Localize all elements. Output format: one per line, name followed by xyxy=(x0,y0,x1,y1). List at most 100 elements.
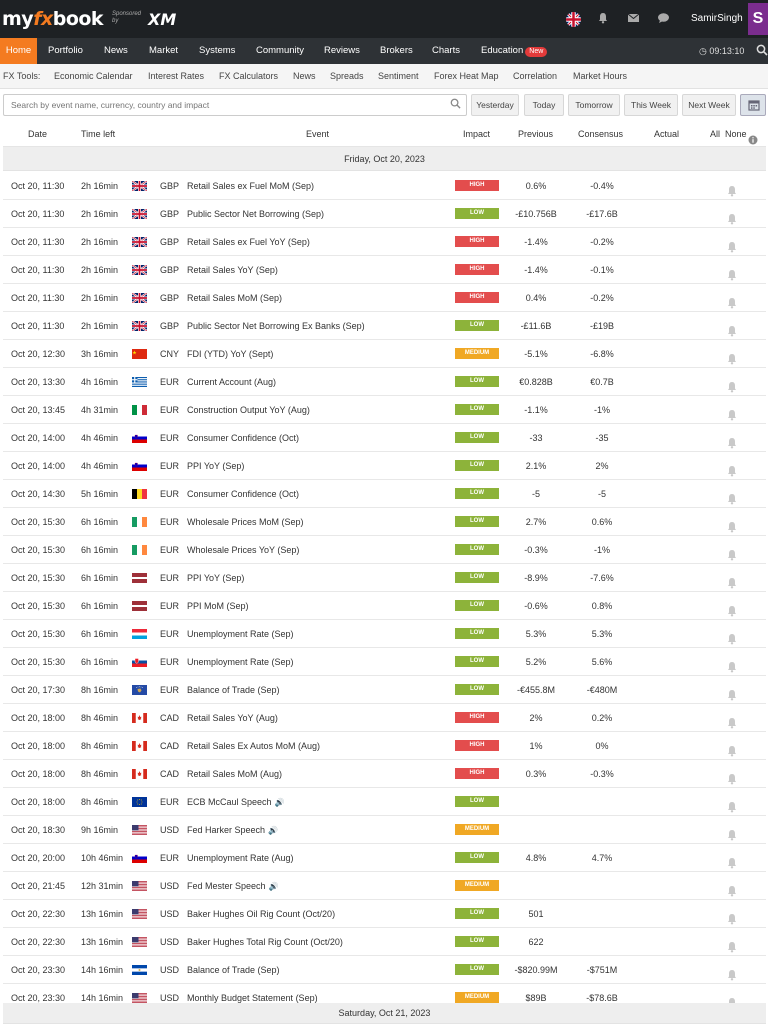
event-name[interactable]: Balance of Trade (Sep) xyxy=(187,685,280,695)
event-name-cell[interactable]: Balance of Trade (Sep) xyxy=(187,956,280,984)
event-name-cell[interactable]: Fed Harker Speech 🔊 xyxy=(187,816,278,844)
event-name-cell[interactable]: Public Sector Net Borrowing Ex Banks (Se… xyxy=(187,312,365,340)
event-name-cell[interactable]: Current Account (Aug) xyxy=(187,368,276,396)
event-name[interactable]: Wholesale Prices MoM (Sep) xyxy=(187,517,304,527)
alerts-none-link[interactable]: None xyxy=(725,121,747,147)
alert-bell-icon[interactable] xyxy=(726,432,738,449)
event-name-cell[interactable]: Retail Sales MoM (Aug) xyxy=(187,760,282,788)
event-search-input[interactable] xyxy=(4,95,434,115)
event-name[interactable]: Retail Sales ex Fuel YoY (Sep) xyxy=(187,237,310,247)
col-consensus[interactable]: Consensus xyxy=(578,121,623,147)
event-row[interactable]: Oct 20, 13:30 4h 16min EUR Current Account … xyxy=(3,368,766,396)
event-name-cell[interactable]: Unemployment Rate (Sep) xyxy=(187,620,294,648)
site-logo[interactable]: myfxbook xyxy=(2,8,104,30)
tool-spreads[interactable]: Spreads xyxy=(330,64,364,88)
event-name[interactable]: Consumer Confidence (Oct) xyxy=(187,433,299,443)
event-name[interactable]: Public Sector Net Borrowing (Sep) xyxy=(187,209,324,219)
tomorrow-button[interactable]: Tomorrow xyxy=(568,94,620,116)
alert-bell-icon[interactable] xyxy=(726,628,738,645)
event-name-cell[interactable]: Consumer Confidence (Oct) xyxy=(187,424,299,452)
event-row[interactable]: Oct 20, 15:30 6h 16min EUR Unemployment Rat… xyxy=(3,648,766,676)
event-row[interactable]: Oct 20, 18:30 9h 16min USD Fed Harker Speec… xyxy=(3,816,766,844)
alert-bell-icon[interactable] xyxy=(726,964,738,981)
event-row[interactable]: Oct 20, 15:30 6h 16min EUR Wholesale Prices… xyxy=(3,536,766,564)
event-name-cell[interactable]: Retail Sales YoY (Sep) xyxy=(187,256,278,284)
alert-bell-icon[interactable] xyxy=(726,824,738,841)
event-row[interactable]: Oct 20, 17:30 8h 16min EUR Balance of Trade… xyxy=(3,676,766,704)
event-name-cell[interactable]: Wholesale Prices YoY (Sep) xyxy=(187,536,299,564)
username-label[interactable]: SamirSingh xyxy=(691,13,743,24)
tool-correlation[interactable]: Correlation xyxy=(513,64,557,88)
event-row[interactable]: Oct 20, 11:30 2h 16min GBP Public Sector Ne… xyxy=(3,312,766,340)
event-name[interactable]: Wholesale Prices YoY (Sep) xyxy=(187,545,299,555)
event-row[interactable]: Oct 20, 11:30 2h 16min GBP Retail Sales YoY… xyxy=(3,256,766,284)
event-row[interactable]: Oct 20, 13:45 4h 31min EUR Construction Out… xyxy=(3,396,766,424)
event-name[interactable]: Unemployment Rate (Sep) xyxy=(187,629,294,639)
next-week-button[interactable]: Next Week xyxy=(682,94,736,116)
alert-bell-icon[interactable] xyxy=(726,712,738,729)
info-icon[interactable] xyxy=(748,129,758,145)
alert-bell-icon[interactable] xyxy=(726,768,738,785)
event-name[interactable]: Retail Sales YoY (Sep) xyxy=(187,265,278,275)
event-name[interactable]: ECB McCaul Speech xyxy=(187,797,272,807)
alert-bell-icon[interactable] xyxy=(726,936,738,953)
event-name-cell[interactable]: PPI YoY (Sep) xyxy=(187,452,244,480)
nav-market[interactable]: Market xyxy=(149,38,178,64)
event-row[interactable]: Oct 20, 18:00 8h 46min EUR ECB McCaul Speec… xyxy=(3,788,766,816)
event-name-cell[interactable]: Consumer Confidence (Oct) xyxy=(187,480,299,508)
event-name[interactable]: Baker Hughes Total Rig Count (Oct/20) xyxy=(187,937,343,947)
tool-market-hours[interactable]: Market Hours xyxy=(573,64,627,88)
event-name[interactable]: Unemployment Rate (Sep) xyxy=(187,657,294,667)
col-actual[interactable]: Actual xyxy=(654,121,679,147)
event-name[interactable]: Fed Mester Speech xyxy=(187,881,266,891)
event-row[interactable]: Oct 20, 21:45 12h 31min USD Fed Mester Spee… xyxy=(3,872,766,900)
alert-bell-icon[interactable] xyxy=(726,404,738,421)
alert-bell-icon[interactable] xyxy=(726,600,738,617)
alert-bell-icon[interactable] xyxy=(726,376,738,393)
event-name-cell[interactable]: Balance of Trade (Sep) xyxy=(187,676,280,704)
nav-community[interactable]: Community xyxy=(256,38,304,64)
event-row[interactable]: Oct 20, 11:30 2h 16min GBP Public Sector Ne… xyxy=(3,200,766,228)
event-name[interactable]: Fed Harker Speech xyxy=(187,825,265,835)
event-row[interactable]: Oct 20, 15:30 6h 16min EUR Unemployment Rat… xyxy=(3,620,766,648)
event-row[interactable]: Oct 20, 18:00 8h 46min CAD Retail Sales Ex … xyxy=(3,732,766,760)
event-name[interactable]: Balance of Trade (Sep) xyxy=(187,965,280,975)
nav-portfolio[interactable]: Portfolio xyxy=(48,38,83,64)
event-name[interactable]: Retail Sales ex Fuel MoM (Sep) xyxy=(187,181,314,191)
alert-bell-icon[interactable] xyxy=(726,908,738,925)
event-row[interactable]: Oct 20, 22:30 13h 16min USD Baker Hughes Oi… xyxy=(3,900,766,928)
event-name-cell[interactable]: Unemployment Rate (Sep) xyxy=(187,648,294,676)
event-row[interactable]: Oct 20, 14:00 4h 46min EUR PPI YoY (Sep) LOW… xyxy=(3,452,766,480)
tool-economic-calendar[interactable]: Economic Calendar xyxy=(54,64,133,88)
event-name-cell[interactable]: Baker Hughes Oil Rig Count (Oct/20) xyxy=(187,900,335,928)
event-row[interactable]: Oct 20, 22:30 13h 16min USD Baker Hughes To… xyxy=(3,928,766,956)
event-name-cell[interactable]: Retail Sales YoY (Aug) xyxy=(187,704,278,732)
col-time-left[interactable]: Time left xyxy=(81,121,115,147)
event-name[interactable]: Retail Sales MoM (Sep) xyxy=(187,293,282,303)
today-button[interactable]: Today xyxy=(524,94,564,116)
event-name-cell[interactable]: Retail Sales MoM (Sep) xyxy=(187,284,282,312)
alert-bell-icon[interactable] xyxy=(726,460,738,477)
alert-bell-icon[interactable] xyxy=(726,292,738,309)
tool-sentiment[interactable]: Sentiment xyxy=(378,64,419,88)
event-name-cell[interactable]: Baker Hughes Total Rig Count (Oct/20) xyxy=(187,928,343,956)
language-flag-icon[interactable] xyxy=(566,12,581,27)
event-name-cell[interactable]: Construction Output YoY (Aug) xyxy=(187,396,310,424)
this-week-button[interactable]: This Week xyxy=(624,94,678,116)
event-name-cell[interactable]: FDI (YTD) YoY (Sept) xyxy=(187,340,273,368)
tool-interest-rates[interactable]: Interest Rates xyxy=(148,64,204,88)
alert-bell-icon[interactable] xyxy=(726,236,738,253)
alerts-all-link[interactable]: All xyxy=(710,121,720,147)
notification-bell-icon[interactable] xyxy=(596,12,610,26)
alert-bell-icon[interactable] xyxy=(726,796,738,813)
event-row[interactable]: Oct 20, 20:00 10h 46min EUR Unemployment Ra… xyxy=(3,844,766,872)
nav-brokers[interactable]: Brokers xyxy=(380,38,413,64)
mail-icon[interactable] xyxy=(626,12,640,26)
event-name-cell[interactable]: Fed Mester Speech 🔊 xyxy=(187,872,279,900)
nav-home[interactable]: Home xyxy=(0,38,37,64)
alert-bell-icon[interactable] xyxy=(726,488,738,505)
event-name[interactable]: Public Sector Net Borrowing Ex Banks (Se… xyxy=(187,321,365,331)
alert-bell-icon[interactable] xyxy=(726,684,738,701)
nav-systems[interactable]: Systems xyxy=(199,38,235,64)
event-row[interactable]: Oct 20, 15:30 6h 16min EUR Wholesale Prices… xyxy=(3,508,766,536)
